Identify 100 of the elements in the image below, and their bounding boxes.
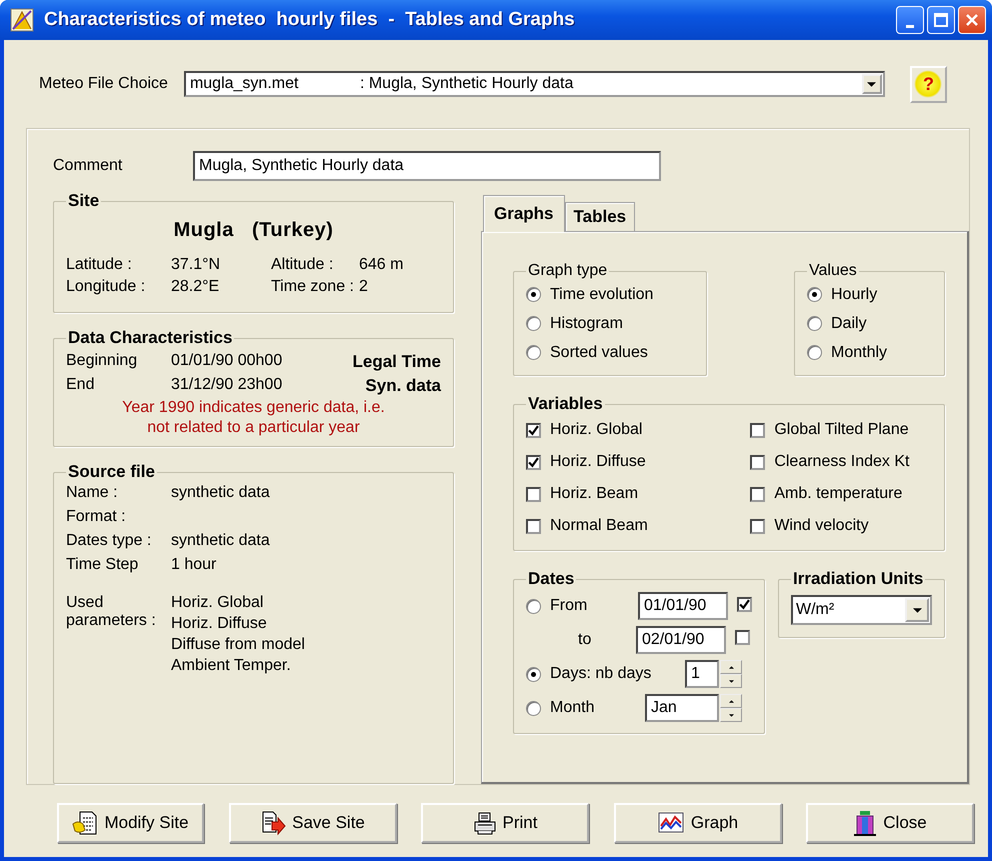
save-button[interactable]: Save Site <box>228 803 396 843</box>
days-field[interactable]: 1 <box>685 660 719 688</box>
option-label: Horiz. Beam <box>550 485 638 503</box>
printer-icon <box>472 811 497 835</box>
document-arrow-icon <box>260 810 286 836</box>
parameter-name: Diffuse from model <box>171 636 306 654</box>
checkbox[interactable] <box>750 518 766 534</box>
option-label: Month <box>550 699 596 717</box>
field-value: 37.1°N <box>171 256 222 274</box>
field-label: to <box>578 631 592 649</box>
field-label: Time zone : <box>271 278 355 296</box>
time-note: Syn. data <box>364 376 441 396</box>
meteo-file-dropdown[interactable]: mugla_syn.met : Mugla, Synthetic Hourly data <box>184 71 885 97</box>
radio-button[interactable] <box>807 287 822 302</box>
option-label: Sorted values <box>550 344 648 362</box>
option-label: Wind velocity <box>774 517 869 535</box>
close-button[interactable] <box>958 6 986 34</box>
parameter-name: Horiz. Diffuse <box>171 615 268 633</box>
checkbox[interactable] <box>526 518 541 534</box>
option-label: Horiz. Diffuse <box>550 453 646 471</box>
checkbox[interactable] <box>735 630 750 645</box>
radio-button[interactable] <box>526 666 541 682</box>
date-field[interactable]: 02/01/90 <box>636 626 726 654</box>
graph-button[interactable]: Graph <box>614 803 782 843</box>
field-label: Latitude : <box>66 256 133 274</box>
radio-button[interactable] <box>807 316 822 331</box>
radio-button[interactable] <box>526 598 541 614</box>
field-label: Beginning <box>66 352 138 371</box>
print-button[interactable]: Print <box>421 803 589 843</box>
group-title: Graph type <box>527 262 608 280</box>
field-value: 646 m <box>359 256 404 274</box>
parameter-name: Ambient Temper. <box>171 657 292 675</box>
field-label: Time Step <box>66 556 140 574</box>
tab[interactable]: Graphs <box>483 195 565 232</box>
group-title: Values <box>808 262 858 280</box>
checkbox[interactable] <box>526 422 541 438</box>
group-title: Variables <box>527 394 604 414</box>
field-label: Meteo File Choice <box>39 75 168 93</box>
field-value: synthetic data <box>171 484 271 502</box>
minimize-icon <box>906 24 914 28</box>
checkbox[interactable] <box>526 454 541 470</box>
field-value: 2 <box>359 278 369 296</box>
checkbox[interactable] <box>526 486 541 502</box>
close-icon <box>965 13 979 27</box>
option-label: Hourly <box>831 286 878 304</box>
group-title: Data Characteristics <box>67 328 234 348</box>
field-label: Longitude : <box>66 278 146 296</box>
field-value: 28.2°E <box>171 278 220 296</box>
field-value: synthetic data <box>171 532 271 550</box>
window-title: Characteristics of meteo hourly files - Tables and Graphs <box>44 9 576 31</box>
door-exit-icon <box>853 810 878 836</box>
radio-button[interactable] <box>526 700 541 716</box>
spin-buttons[interactable] <box>720 660 742 688</box>
field-label: Used parameters : <box>66 594 157 631</box>
help-button[interactable]: ? <box>910 66 947 102</box>
line-chart-icon <box>656 811 685 835</box>
field-label: Comment <box>53 157 124 175</box>
tab[interactable]: Tables <box>564 202 636 231</box>
option-label: Days: nb days <box>550 665 652 683</box>
field-label: Dates type : <box>66 532 152 550</box>
spin-buttons[interactable] <box>720 694 742 722</box>
field-label: Name : <box>66 484 119 502</box>
checkbox[interactable] <box>750 422 766 438</box>
maximize-icon <box>934 13 948 27</box>
option-label: Monthly <box>831 344 888 362</box>
maximize-button[interactable] <box>927 6 955 34</box>
radio-button[interactable] <box>526 345 541 360</box>
group-title: Source file <box>67 462 156 482</box>
comment-field[interactable]: Mugla, Synthetic Hourly data <box>193 151 661 181</box>
modify-button[interactable]: Modify Site <box>57 803 204 843</box>
close-button[interactable]: Close <box>806 803 974 843</box>
option-label: Clearness Index Kt <box>774 453 910 471</box>
option-label: Global Tilted Plane <box>774 421 909 439</box>
time-note: Legal Time <box>352 352 441 372</box>
remark-text: Year 1990 indicates generic data, i.e. not related to a particular year <box>121 398 386 438</box>
field-label: Format : <box>66 508 127 526</box>
option-label: Daily <box>831 314 867 332</box>
site-name: Mugla (Turkey) <box>172 219 334 242</box>
option-label: Normal Beam <box>550 517 648 535</box>
option-label: Histogram <box>550 314 623 332</box>
option-label: Amb. temperature <box>774 485 902 503</box>
hand-document-icon <box>72 810 98 836</box>
radio-button[interactable] <box>807 345 822 360</box>
option-label: From <box>550 597 588 615</box>
month-field[interactable]: Jan <box>645 694 719 722</box>
app-icon <box>10 8 34 32</box>
group-title: Site <box>67 191 100 211</box>
date-field[interactable]: 01/01/90 <box>638 592 728 620</box>
group-title: Irradiation Units <box>792 569 924 589</box>
checkbox[interactable] <box>750 486 766 502</box>
field-value: 1 hour <box>171 556 218 574</box>
group-title: Dates <box>527 569 576 589</box>
minimize-button[interactable] <box>896 6 924 34</box>
checkbox[interactable] <box>750 454 766 470</box>
checkbox[interactable] <box>737 597 752 612</box>
units-dropdown[interactable]: W/m² <box>791 595 932 625</box>
field-label: End <box>66 376 96 395</box>
radio-button[interactable] <box>526 287 541 302</box>
parameter-name: Horiz. Global <box>171 594 264 612</box>
radio-button[interactable] <box>526 316 541 331</box>
